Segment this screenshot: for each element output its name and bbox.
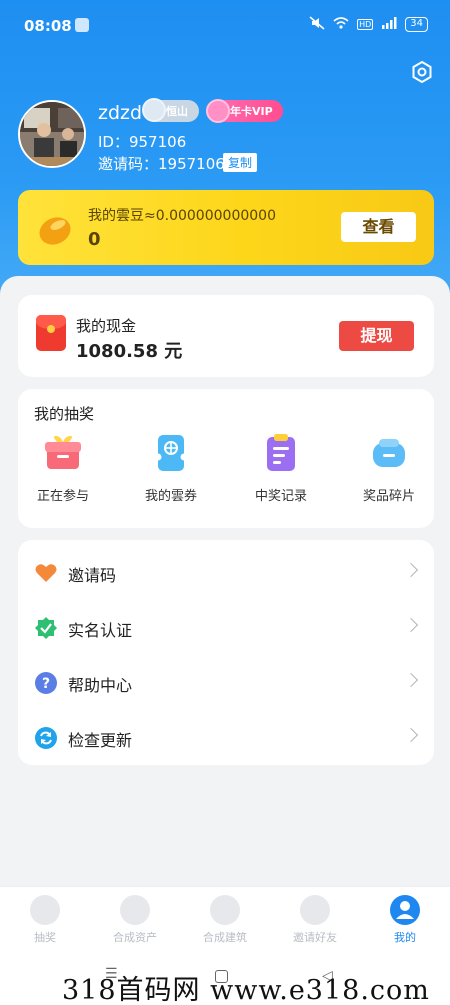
cash-label: 我的现金 (76, 317, 137, 335)
level-badge: 恒山 (142, 98, 199, 122)
lottery-item-fragments[interactable]: 奖品碎片 (344, 433, 434, 504)
settings-icon[interactable] (410, 60, 434, 84)
username: zdzd (98, 102, 143, 124)
chevron-right-icon (403, 562, 419, 578)
invite-code: 邀请码：1957106 (98, 155, 225, 173)
lottery-title: 我的抽奖 (34, 405, 95, 423)
signal-icon (381, 17, 397, 32)
yundou-value: 0 (88, 229, 101, 250)
svg-text:?: ? (42, 676, 50, 692)
mute-icon (309, 16, 325, 33)
chevron-right-icon (403, 727, 419, 743)
invite-tab-icon (300, 895, 330, 925)
red-envelope-icon (36, 315, 66, 351)
clipboard-icon (261, 433, 301, 473)
heart-icon (34, 561, 58, 585)
copy-button[interactable]: 复制 (223, 153, 258, 172)
lottery-item-records[interactable]: 中奖记录 (236, 433, 326, 504)
menu-card: 邀请码 实名认证 ? 帮助中心 检查更新 (18, 540, 434, 765)
lottery-tab-icon (30, 895, 60, 925)
watermark: 318首码网 www.e318.com (62, 975, 430, 1005)
status-bar: 08:08 HD 34 (0, 0, 450, 52)
wifi-icon (333, 17, 349, 32)
verified-icon (34, 616, 58, 640)
help-icon: ? (34, 671, 58, 695)
menu-item-verification[interactable]: 实名认证 (18, 598, 434, 653)
chevron-right-icon (403, 617, 419, 633)
lottery-item-participating[interactable]: 正在参与 (18, 433, 108, 504)
fragment-icon (369, 433, 409, 473)
user-tab-icon (390, 895, 420, 925)
tab-synth-buildings[interactable]: 合成建筑 (180, 895, 270, 945)
level-gem-icon (142, 98, 166, 122)
yundou-card: 我的雲豆≈0.000000000000 0 查看 (18, 190, 434, 265)
bottom-tab-bar: 抽奖 合成资产 合成建筑 邀请好友 我的 (0, 886, 450, 950)
coupon-icon (151, 433, 191, 473)
tab-synth-assets[interactable]: 合成资产 (90, 895, 180, 945)
tab-mine[interactable]: 我的 (360, 895, 450, 945)
withdraw-button[interactable]: 提现 (339, 321, 414, 351)
menu-item-invite-code[interactable]: 邀请码 (18, 543, 434, 598)
gift-box-icon (43, 433, 83, 473)
cash-amount: 1080.58 元 (76, 341, 183, 362)
buildings-tab-icon (210, 895, 240, 925)
hd-icon: HD (357, 19, 374, 30)
vip-badge: 年卡VIP (206, 99, 283, 123)
status-time: 08:08 (24, 17, 72, 35)
cash-card: 我的现金 1080.58 元 提现 (18, 295, 434, 377)
lottery-item-coupons[interactable]: 我的雲券 (126, 433, 216, 504)
menu-item-help[interactable]: ? 帮助中心 (18, 653, 434, 708)
avatar[interactable] (18, 100, 86, 168)
yundou-title: 我的雲豆≈0.000000000000 (88, 208, 276, 224)
lottery-card: 我的抽奖 正在参与 我的雲券 中奖记录 奖品碎片 (18, 389, 434, 528)
vip-diamond-icon (206, 99, 230, 123)
battery-icon: 34 (405, 17, 428, 32)
app-notification-icon (75, 18, 89, 32)
refresh-icon (34, 726, 58, 750)
tab-lottery[interactable]: 抽奖 (0, 895, 90, 945)
chevron-right-icon (403, 672, 419, 688)
tab-invite-friends[interactable]: 邀请好友 (270, 895, 360, 945)
user-id: ID：957106 (98, 133, 187, 151)
menu-item-check-update[interactable]: 检查更新 (18, 708, 434, 763)
assets-tab-icon (120, 895, 150, 925)
view-button[interactable]: 查看 (341, 212, 416, 242)
bean-icon (36, 210, 74, 248)
